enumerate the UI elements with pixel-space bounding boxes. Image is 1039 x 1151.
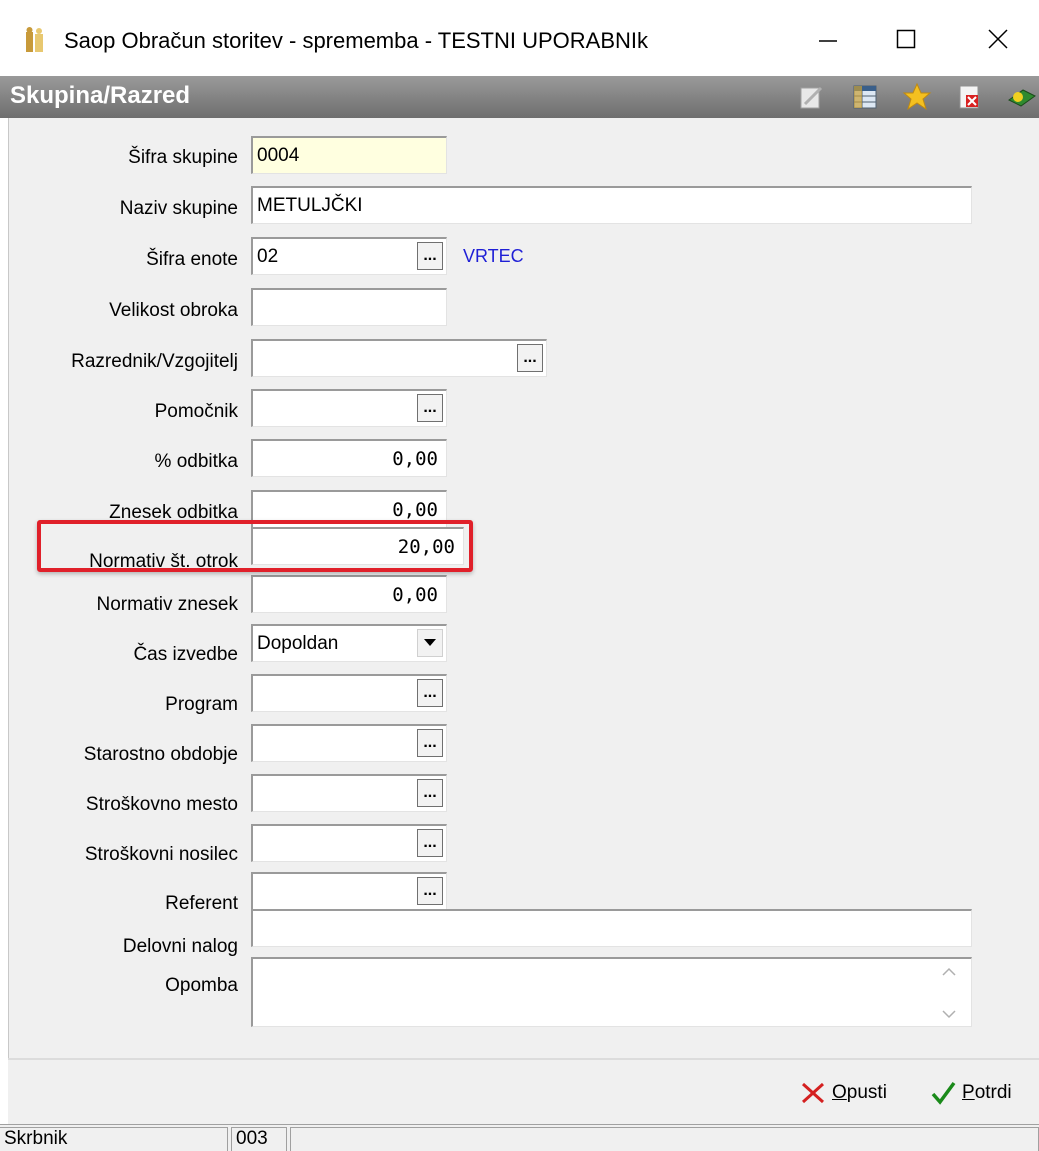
stroskovni-nosilec-input[interactable]: ... (251, 824, 447, 862)
pomocnik-lookup-button[interactable]: ... (417, 394, 443, 422)
highlight-box (37, 520, 473, 572)
normativ-znesek-label: Normativ znesek (96, 594, 239, 615)
window-titlebar: Saop Obračun storitev - sprememba - TEST… (0, 0, 1039, 76)
grid-icon[interactable] (850, 82, 880, 112)
sifra-enote-label: Šifra enote (146, 249, 238, 270)
edit-icon[interactable] (796, 82, 826, 112)
referent-label: Referent (165, 893, 238, 914)
stroskovno-mesto-lookup-button[interactable]: ... (417, 779, 443, 807)
starostno-obdobje-lookup-button[interactable]: ... (417, 729, 443, 757)
dialog-footer: Opusti Potrdi (8, 1060, 1039, 1124)
section-header: Skupina/Razred (0, 76, 1039, 118)
referent-input[interactable]: ... (251, 872, 447, 910)
stroskovno-mesto-input[interactable]: ... (251, 774, 447, 812)
cancel-button[interactable]: Opusti (800, 1078, 887, 1108)
razrednik-lookup-button[interactable]: ... (517, 344, 543, 372)
naziv-skupine-input[interactable]: METULJČKI (251, 186, 972, 224)
cancel-label-rest: pusti (846, 1082, 887, 1103)
stroskovni-nosilec-label: Stroškovni nosilec (84, 844, 238, 865)
sifra-enote-input[interactable]: 02 ... (251, 237, 447, 275)
delovni-nalog-label: Delovni nalog (122, 936, 238, 957)
confirm-button-label: Potrdi (962, 1082, 1012, 1104)
cas-izvedbe-value: Dopoldan (257, 633, 339, 654)
cas-izvedbe-dropdown-button[interactable] (417, 629, 443, 657)
sifra-enote-value: 02 (257, 246, 279, 267)
odbitek-pct-input[interactable]: 0,00 (251, 439, 447, 477)
stroskovni-nosilec-lookup-button[interactable]: ... (417, 829, 443, 857)
minimize-icon (819, 40, 837, 42)
sifra-skupine-input[interactable]: 0004 (251, 136, 447, 174)
scroll-down-button[interactable] (941, 1008, 957, 1020)
program-input[interactable]: ... (251, 674, 447, 712)
chevron-up-icon (942, 967, 956, 976)
status-message (290, 1127, 1039, 1151)
sifra-enote-lookup-text: VRTEC (463, 246, 524, 266)
chevron-down-icon (942, 1009, 956, 1018)
section-title: Skupina/Razred (10, 82, 191, 109)
velikost-obroka-input[interactable] (251, 288, 447, 326)
close-window-button[interactable] (966, 14, 1030, 64)
cancel-accel-letter: O (832, 1082, 847, 1103)
maximize-icon (896, 29, 916, 49)
razrednik-input[interactable]: ... (251, 339, 547, 377)
opomba-label: Opomba (165, 975, 238, 996)
favorite-star-icon[interactable] (902, 82, 932, 112)
minimize-button[interactable] (796, 14, 860, 64)
starostno-obdobje-input[interactable]: ... (251, 724, 447, 762)
scroll-up-button[interactable] (941, 965, 957, 977)
pomocnik-label: Pomočnik (154, 401, 238, 422)
normativ-znesek-input[interactable]: 0,00 (251, 575, 447, 613)
naziv-skupine-label: Naziv skupine (119, 198, 238, 219)
referent-lookup-button[interactable]: ... (417, 877, 443, 905)
checkmark-icon (931, 1081, 956, 1105)
close-icon (988, 29, 1008, 49)
odbitek-pct-label: % odbitka (154, 451, 238, 472)
app-icon (26, 27, 43, 52)
starostno-obdobje-label: Starostno obdobje (83, 744, 238, 765)
close-document-icon[interactable] (954, 82, 984, 112)
delovni-nalog-input[interactable] (251, 909, 972, 947)
program-lookup-button[interactable]: ... (417, 679, 443, 707)
status-bar: Skrbnik 003 (0, 1124, 1039, 1151)
cas-izvedbe-label: Čas izvedbe (133, 644, 238, 665)
cancel-x-icon (801, 1082, 825, 1104)
sifra-enote-lookup-button[interactable]: ... (417, 242, 443, 270)
program-label: Program (165, 694, 238, 715)
confirm-label-rest: otrdi (974, 1082, 1012, 1103)
velikost-obroka-label: Velikost obroka (109, 300, 238, 321)
chevron-down-icon (424, 639, 436, 646)
razrednik-label: Razrednik/Vzgojitelj (71, 351, 238, 372)
stroskovno-mesto-label: Stroškovno mesto (85, 794, 238, 815)
confirm-button[interactable]: Potrdi (930, 1078, 1012, 1108)
help-book-icon[interactable] (1006, 82, 1036, 112)
status-user: Skrbnik (0, 1127, 228, 1151)
confirm-accel-letter: P (962, 1082, 975, 1103)
window-title: Saop Obračun storitev - sprememba - TEST… (64, 28, 648, 53)
pomocnik-input[interactable]: ... (251, 389, 447, 427)
cas-izvedbe-select[interactable]: Dopoldan (251, 624, 447, 662)
opomba-textarea[interactable] (251, 957, 972, 1027)
cancel-button-label: Opusti (832, 1082, 887, 1104)
maximize-button[interactable] (874, 14, 938, 64)
status-code: 003 (231, 1127, 287, 1151)
sifra-skupine-label: Šifra skupine (128, 147, 238, 168)
